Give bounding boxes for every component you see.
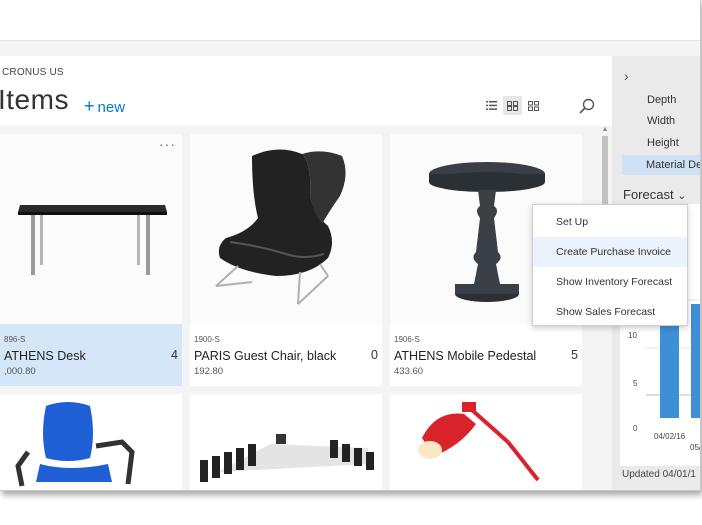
menu-item-create-purchase-invoice[interactable]: Create Purchase Invoice <box>533 237 687 267</box>
scroll-up-icon[interactable]: ▲ <box>601 126 609 134</box>
item-number: 896-S <box>4 335 26 344</box>
item-tile[interactable]: ··· 896-S ATHENS Desk ,000.80 4 <box>0 134 182 386</box>
item-inventory: 4 <box>171 348 178 362</box>
new-button[interactable]: + new <box>84 96 125 117</box>
items-page: CRONUS US Items + new ··· 896-S ATHENS D… <box>0 56 612 490</box>
forecast-dropdown[interactable]: Forecast ⌄ <box>623 187 686 202</box>
menu-item-set-up[interactable]: Set Up <box>533 207 687 237</box>
item-inventory: 5 <box>571 348 578 362</box>
page-header: CRONUS US Items + new <box>0 56 612 126</box>
field-width[interactable]: Width <box>647 115 675 127</box>
item-price: ,000.80 <box>4 366 36 377</box>
item-image-desk-lamp <box>418 402 540 482</box>
new-button-label: new <box>97 99 126 116</box>
menu-item-show-inventory-forecast[interactable]: Show Inventory Forecast <box>533 267 687 297</box>
y-tick-label: 10 <box>628 331 637 340</box>
item-price: 192.80 <box>194 366 224 377</box>
item-number: 1900-S <box>194 335 220 344</box>
y-tick-label: 0 <box>633 424 638 433</box>
item-inventory: 0 <box>371 348 378 362</box>
item-tile-info: 1900-S PARIS Guest Chair, black 192.80 0 <box>190 324 382 386</box>
plus-icon: + <box>84 96 95 116</box>
item-tile-info: 896-S ATHENS Desk ,000.80 4 <box>0 324 182 386</box>
field-depth[interactable]: Depth <box>647 94 676 106</box>
chevron-down-icon: ⌄ <box>677 190 687 202</box>
item-tile[interactable] <box>0 394 182 490</box>
item-image-conference-table <box>200 434 374 482</box>
item-tile[interactable]: 1900-S PARIS Guest Chair, black 192.80 0 <box>190 134 382 386</box>
item-image-office-chair <box>15 402 135 487</box>
menu-item-show-sales-forecast[interactable]: Show Sales Forecast <box>533 297 687 327</box>
chart-bar <box>691 304 700 418</box>
item-name: ATHENS Desk <box>4 349 86 363</box>
item-image-chair <box>190 134 382 324</box>
company-name: CRONUS US <box>2 67 64 78</box>
item-number: 1906-S <box>394 335 420 344</box>
tile-view-icon[interactable] <box>503 96 522 115</box>
view-switcher <box>482 96 543 116</box>
grid-view-icon[interactable] <box>524 96 543 115</box>
item-name: ATHENS Mobile Pedestal <box>394 349 537 363</box>
chevron-right-icon[interactable]: › <box>624 68 629 84</box>
page-title: Items <box>0 84 69 115</box>
y-tick-label: 5 <box>633 379 638 388</box>
field-height[interactable]: Height <box>647 137 679 149</box>
forecast-context-menu: Set Up Create Purchase Invoice Show Inve… <box>532 204 688 326</box>
field-material-description[interactable]: Material Des <box>622 155 700 175</box>
item-name: PARIS Guest Chair, black <box>194 349 337 363</box>
item-tile[interactable] <box>190 394 382 490</box>
item-tile-info: 1906-S ATHENS Mobile Pedestal 433.60 5 <box>390 324 582 386</box>
item-tile[interactable] <box>390 394 582 490</box>
x-tick-label: 05/ <box>690 443 701 452</box>
more-options-icon[interactable]: ··· <box>159 136 176 152</box>
list-view-icon[interactable] <box>482 96 501 115</box>
top-bar <box>0 0 700 41</box>
app-window: CRONUS US Items + new ··· 896-S ATHENS D… <box>0 0 701 491</box>
updated-timestamp: Updated 04/01/1 <box>622 469 696 480</box>
forecast-label: Forecast <box>623 187 674 202</box>
x-tick-label: 04/02/16 <box>654 432 686 441</box>
item-price: 433.60 <box>394 366 424 377</box>
item-image-desk <box>0 134 182 324</box>
search-icon[interactable] <box>578 97 596 115</box>
